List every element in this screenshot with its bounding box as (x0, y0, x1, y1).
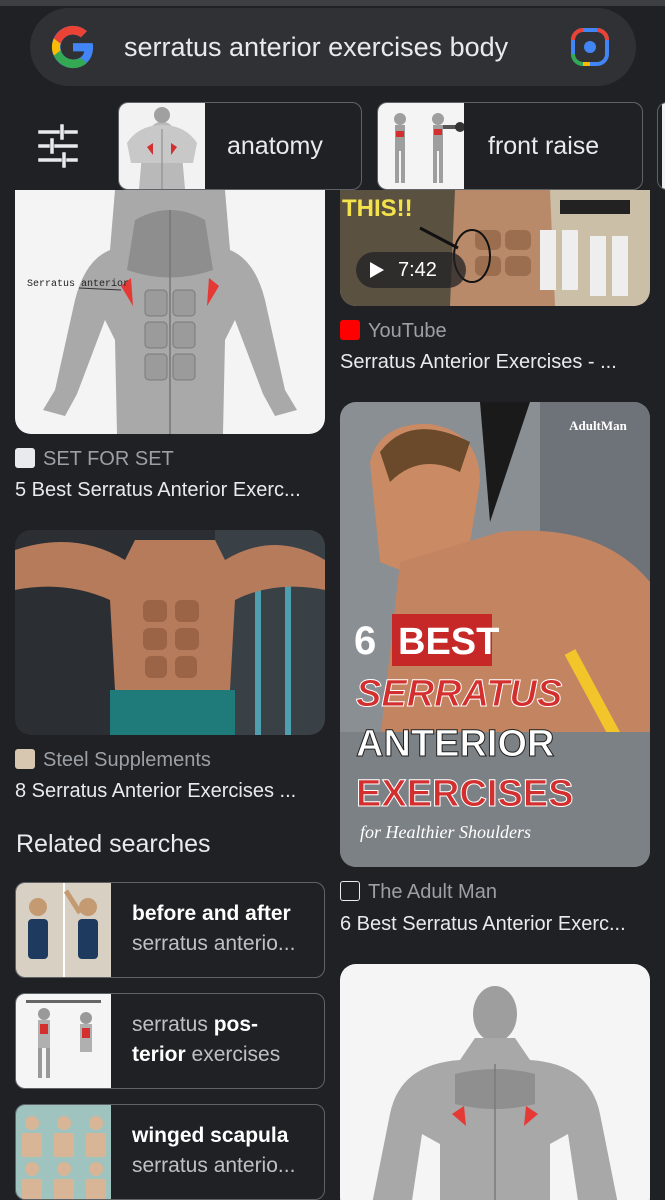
anatomy-illustration: Serratus anterior (15, 190, 325, 434)
setforset-icon (15, 448, 35, 468)
status-divider (0, 0, 665, 6)
related-search-item[interactable]: winged scapula serratus anterio... (15, 1104, 325, 1200)
source-name: Steel Supplements (43, 749, 211, 771)
result-source[interactable]: YouTube (340, 319, 447, 343)
duration-text: 7:42 (398, 259, 437, 281)
chip-front-raise[interactable]: front raise (377, 102, 643, 190)
poster-line2: ANTERIOR (356, 723, 554, 765)
result-title[interactable]: 8 Serratus Anterior Exercises ... (15, 779, 325, 803)
anatomy-caption: Serratus anterior (27, 278, 129, 290)
result-image-poster[interactable]: AdultMan 6 BEST SERRATUS ANTERIOR EXERCI… (340, 402, 650, 867)
poster-image: AdultMan 6 BEST SERRATUS ANTERIOR EXERCI… (340, 402, 650, 867)
anatomy-3d-figure (340, 964, 650, 1200)
source-name: The Adult Man (368, 881, 497, 903)
poster-line1: SERRATUS (356, 673, 562, 715)
related-thumbnail (16, 994, 111, 1088)
related-thumbnail (16, 883, 111, 977)
related-search-text: winged scapula serratus anterio... (132, 1124, 296, 1177)
related-search-item[interactable]: serratus pos- terior exercises (15, 993, 325, 1089)
google-lens-icon[interactable] (570, 27, 610, 67)
result-source[interactable]: SET FOR SET (15, 447, 174, 471)
search-bar[interactable]: serratus anterior exercises body (30, 8, 636, 86)
result-source[interactable]: Steel Supplements (15, 748, 211, 772)
source-name: YouTube (368, 320, 447, 342)
video-overlay-text: THIS!! (342, 195, 413, 222)
result-title[interactable]: 6 Best Serratus Anterior Exerc... (340, 912, 650, 936)
result-image-anatomy-3d[interactable] (340, 964, 650, 1200)
chip-thumbnail (378, 103, 464, 189)
result-image-anatomy[interactable]: Serratus anterior (15, 190, 325, 434)
abs-photo (15, 530, 325, 735)
google-logo-icon (51, 25, 94, 69)
search-input[interactable]: serratus anterior exercises body (124, 30, 564, 64)
play-icon (370, 262, 384, 278)
related-thumbnail (16, 1105, 111, 1199)
poster-subtitle: for Healthier Shoulders (360, 822, 531, 842)
related-searches-heading: Related searches (16, 830, 211, 858)
chip-label: anatomy (227, 132, 323, 160)
result-image-abs[interactable] (15, 530, 325, 735)
result-title[interactable]: Serratus Anterior Exercises - ... (340, 350, 650, 374)
result-video-thumbnail[interactable]: THIS!! 7:42 (340, 190, 650, 306)
result-source[interactable]: The Adult Man (340, 880, 497, 904)
steel-supplements-icon (15, 749, 35, 769)
video-frame: THIS!! (340, 190, 650, 306)
related-search-text: before and after serratus anterio... (132, 902, 296, 955)
video-duration-badge: 7:42 (356, 252, 466, 288)
tune-filter-icon[interactable] (36, 124, 80, 168)
poster-line3: EXERCISES (356, 773, 574, 815)
source-name: SET FOR SET (43, 448, 174, 470)
poster-best: BEST (398, 621, 499, 663)
related-search-item[interactable]: before and after serratus anterio... (15, 882, 325, 978)
result-title[interactable]: 5 Best Serratus Anterior Exerc... (15, 478, 325, 502)
poster-brand: AdultMan (569, 418, 628, 433)
youtube-icon (340, 320, 360, 340)
related-search-text: serratus pos- terior exercises (132, 1013, 281, 1066)
chip-label: front raise (488, 132, 600, 160)
poster-number: 6 (354, 619, 376, 663)
chip-anatomy[interactable]: anatomy (118, 102, 362, 190)
adultman-icon (340, 881, 360, 901)
chip-partial[interactable] (657, 102, 665, 190)
chip-thumbnail (119, 103, 205, 189)
